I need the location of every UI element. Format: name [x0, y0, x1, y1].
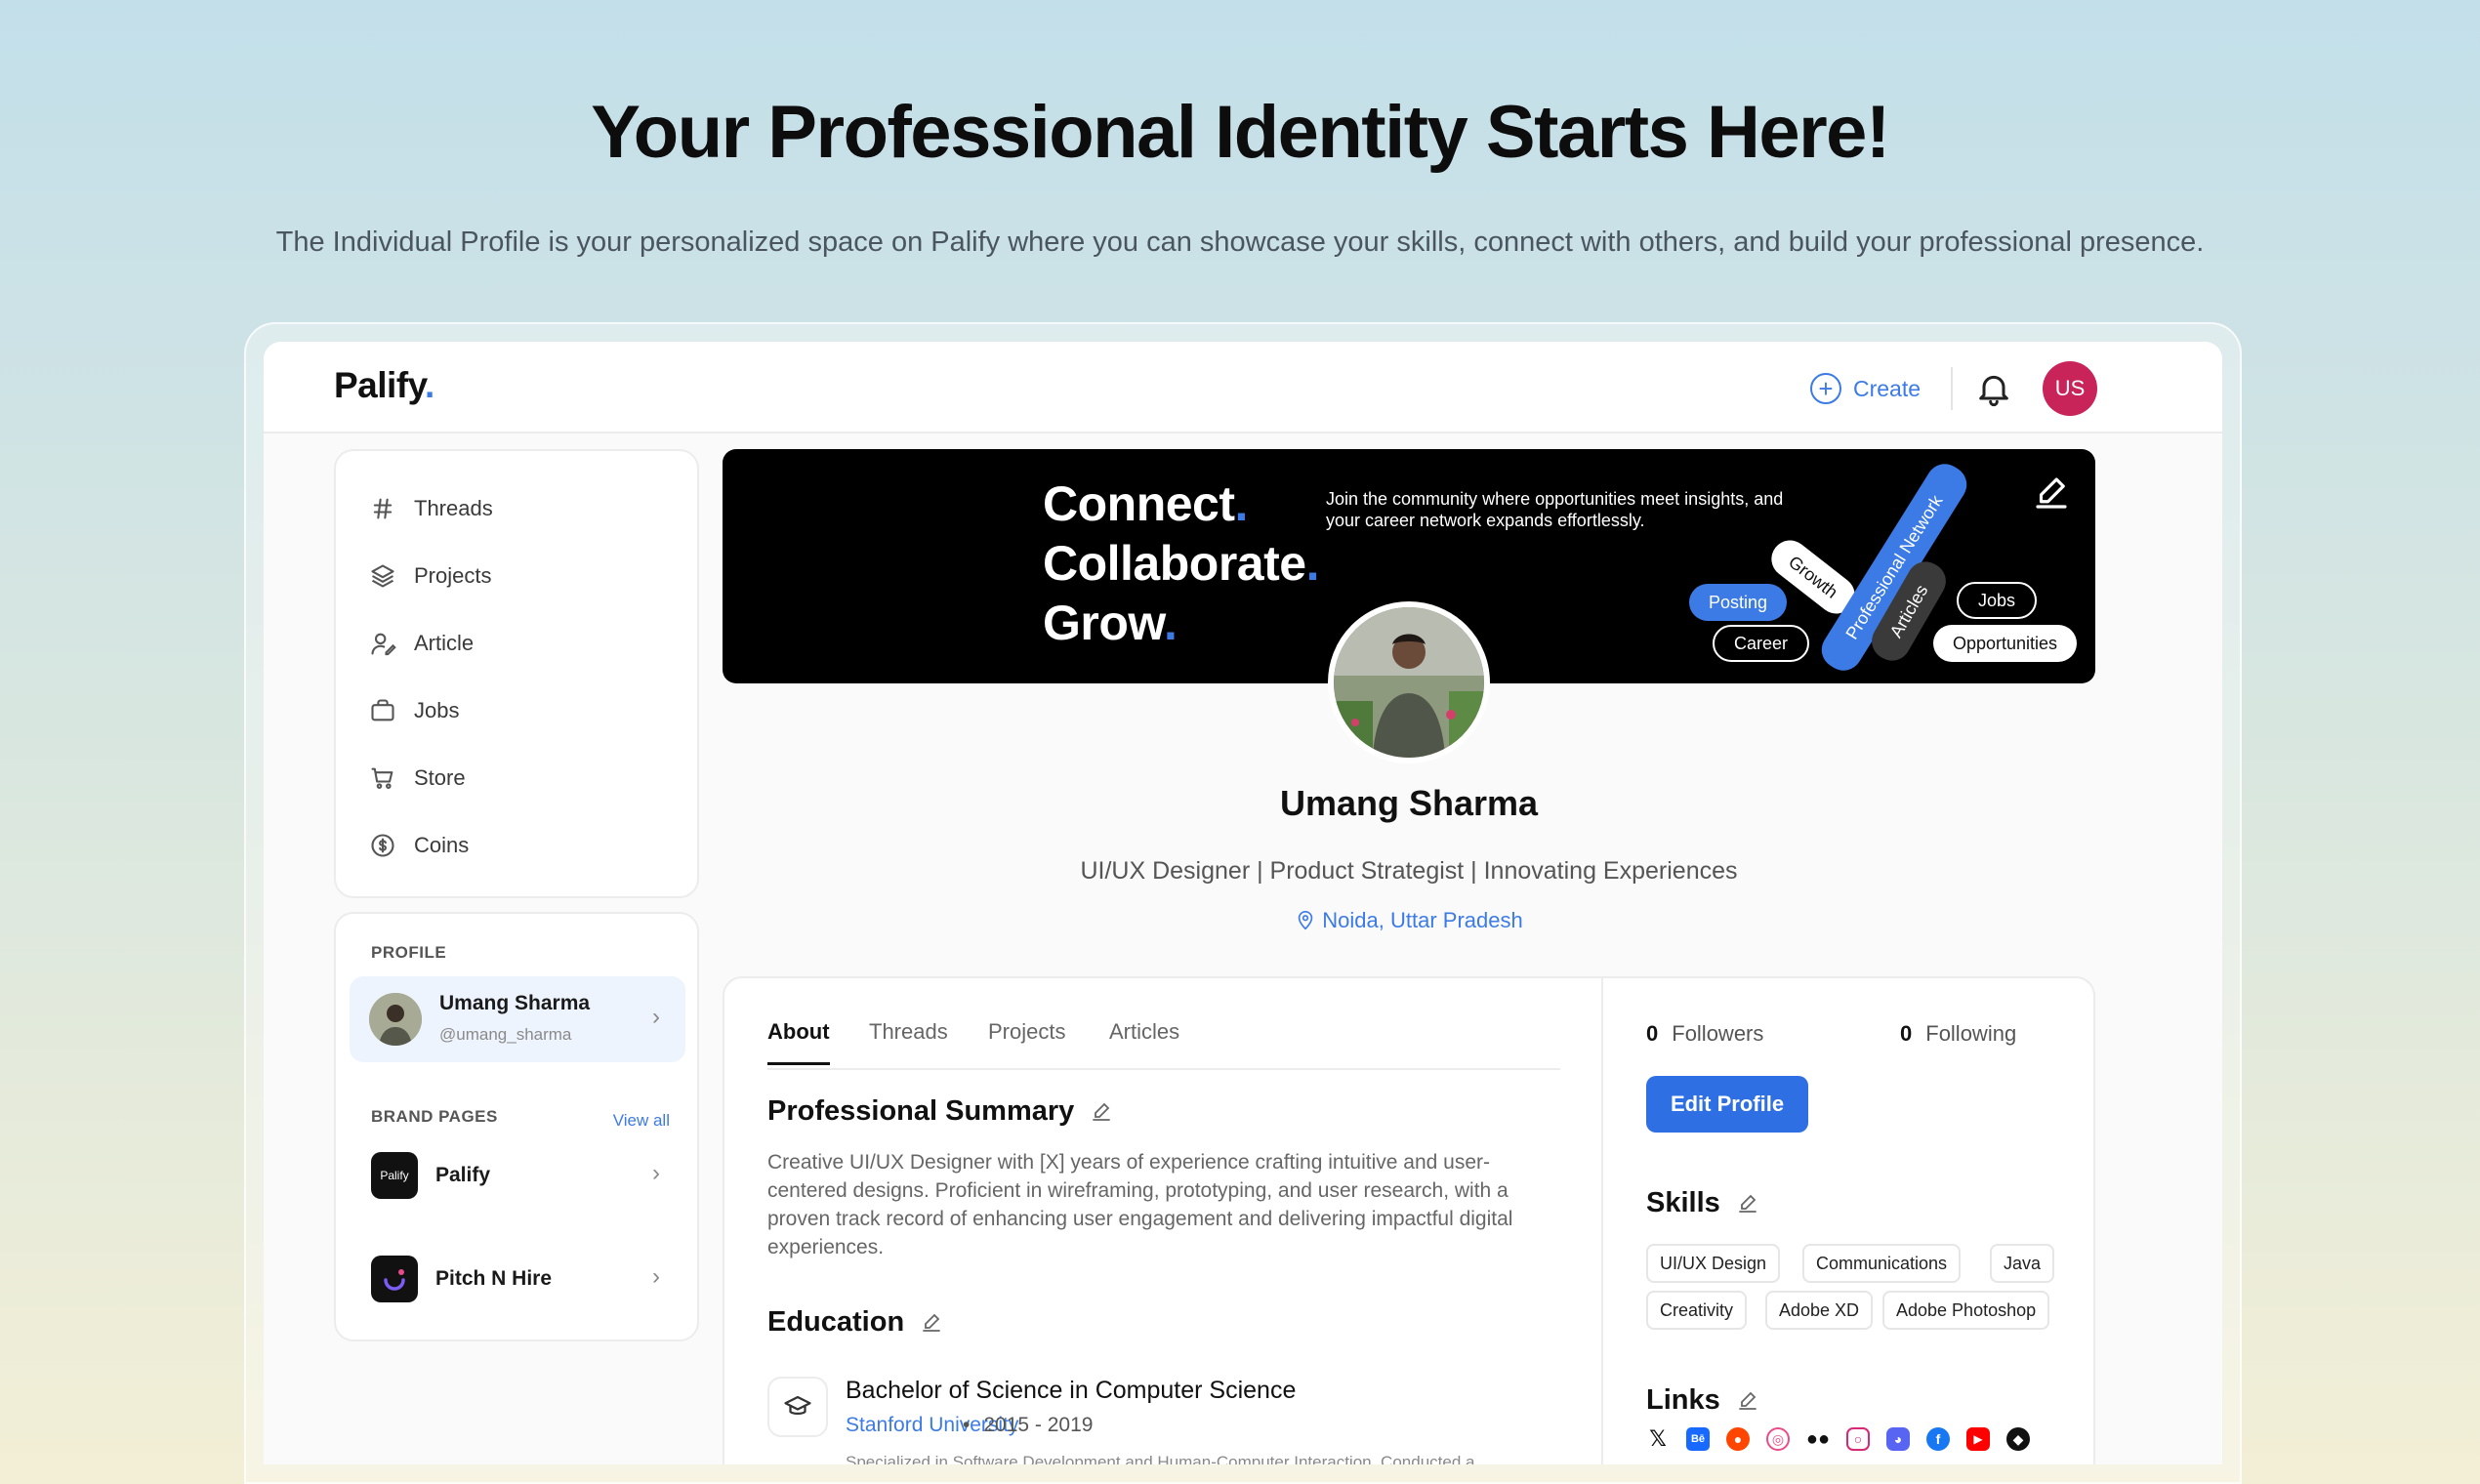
profile-switch-row[interactable]: Umang Sharma @umang_sharma › — [350, 976, 685, 1062]
chevron-right-icon: › — [652, 1160, 660, 1186]
facebook-icon[interactable]: f — [1926, 1427, 1950, 1451]
avatar — [369, 993, 422, 1046]
tab-projects[interactable]: Projects — [988, 1019, 1065, 1045]
bell-icon[interactable] — [1974, 369, 2013, 408]
chevron-right-icon: › — [652, 1263, 660, 1290]
user-avatar[interactable]: US — [2043, 361, 2097, 416]
sidebar-item-jobs[interactable]: Jobs — [336, 677, 697, 744]
sidebar-item-label: Threads — [414, 495, 493, 520]
sidebar-item-threads[interactable]: Threads — [336, 474, 697, 542]
skill-chip: Creativity — [1646, 1291, 1748, 1330]
sidebar-item-article[interactable]: Article — [336, 609, 697, 677]
discord-icon[interactable]: ◕ — [1886, 1427, 1910, 1451]
brand-pages-label: BRAND PAGES — [371, 1107, 498, 1126]
brand-row-palify[interactable]: Palify Palify › — [350, 1134, 685, 1216]
edit-pencil-icon[interactable] — [1090, 1100, 1113, 1124]
tab-threads[interactable]: Threads — [869, 1019, 948, 1045]
brand-row-pitch-n-hire[interactable]: Pitch N Hire › — [350, 1238, 685, 1320]
hero-title: Your Professional Identity Starts Here! — [591, 91, 1890, 174]
tab-articles[interactable]: Articles — [1109, 1019, 1179, 1045]
chevron-right-icon: › — [652, 1004, 660, 1030]
skill-chip: Adobe XD — [1765, 1291, 1874, 1330]
brand-name: Palify — [435, 1164, 491, 1186]
profile-section-label: PROFILE — [371, 943, 447, 962]
location-pin-icon — [1299, 911, 1313, 930]
banner-slogan: Connect. Collaborate. Grow. — [1043, 476, 1319, 650]
coin-icon — [371, 833, 394, 857]
profile-location[interactable]: Noida, Uttar Pradesh — [723, 908, 2095, 933]
cart-icon — [371, 767, 393, 789]
create-button[interactable]: + Create — [1810, 371, 1921, 406]
sidebar-item-label: Coins — [414, 832, 470, 857]
sidebar-item-label: Article — [414, 630, 475, 655]
social-links: 𝕏 Bē ● ◎ ●● ○ ◕ f ▶ ◆ — [1646, 1426, 2030, 1451]
brand-name: Pitch N Hire — [435, 1267, 553, 1290]
edit-pencil-icon[interactable] — [1736, 1389, 1759, 1413]
summary-heading: Professional Summary — [767, 1095, 1113, 1128]
sidebar-item-label: Projects — [414, 562, 492, 588]
view-all-link[interactable]: View all — [613, 1111, 670, 1131]
profile-tabs: About Threads Projects Articles — [767, 1015, 1560, 1070]
pill-opportunities: Opportunities — [1933, 625, 2078, 662]
sidebar-nav: Threads Projects Article Jobs Store Coin… — [334, 449, 699, 898]
sidebar-item-label: Store — [414, 764, 466, 790]
profile-headline: UI/UX Designer | Product Strategist | In… — [1080, 857, 1738, 885]
sidebar-item-coins[interactable]: Coins — [336, 811, 697, 879]
profile-panel: PROFILE Umang Sharma @umang_sharma › BRA… — [334, 912, 699, 1341]
reddit-icon[interactable]: ● — [1726, 1427, 1750, 1451]
edit-pencil-icon[interactable] — [1736, 1192, 1759, 1216]
skill-chip: Communications — [1802, 1244, 1962, 1283]
graduation-cap-icon — [767, 1377, 828, 1437]
hero-subtitle: The Individual Profile is your personali… — [275, 227, 2205, 258]
education-description: Specialized in Software Development and … — [846, 1453, 1475, 1464]
top-bar: Palify. + Create US — [264, 342, 2222, 433]
github-icon[interactable]: ◆ — [2006, 1427, 2030, 1451]
palify-logo[interactable]: Palify. — [334, 365, 434, 406]
sidebar-item-store[interactable]: Store — [336, 744, 697, 811]
profile-handle: @umang_sharma — [439, 1025, 572, 1044]
edit-profile-button[interactable]: Edit Profile — [1646, 1076, 1808, 1133]
dribbble-icon[interactable]: ◎ — [1766, 1427, 1790, 1451]
pill-jobs: Jobs — [1957, 582, 2038, 619]
profile-name: Umang Sharma — [439, 992, 591, 1014]
pill-career: Career — [1713, 625, 1810, 662]
behance-icon[interactable]: Bē — [1686, 1427, 1710, 1451]
skill-chip: Java — [1990, 1244, 2055, 1283]
education-years: • 2015 - 2019 — [963, 1414, 1094, 1436]
profile-name-heading: Umang Sharma — [1279, 783, 1539, 823]
create-label: Create — [1853, 375, 1922, 401]
edit-pencil-icon[interactable] — [920, 1311, 943, 1335]
youtube-icon[interactable]: ▶ — [1966, 1427, 1990, 1451]
sidebar-item-projects[interactable]: Projects — [336, 542, 697, 609]
layers-icon — [371, 563, 394, 588]
links-heading: Links — [1646, 1384, 1759, 1417]
skill-chip: Adobe Photoshop — [1882, 1291, 2050, 1330]
followers-stat[interactable]: 0 Followers — [1646, 1021, 1763, 1047]
skills-heading: Skills — [1646, 1187, 1759, 1219]
instagram-icon[interactable]: ○ — [1846, 1427, 1870, 1451]
column-divider — [1601, 978, 1603, 1464]
palify-brand-logo: Palify — [371, 1152, 418, 1199]
profile-photo[interactable] — [1328, 601, 1490, 763]
banner-copy: Join the community where opportunities m… — [1326, 489, 1784, 530]
pitch-n-hire-logo — [371, 1256, 418, 1302]
edit-banner-icon[interactable] — [2031, 473, 2072, 514]
medium-icon[interactable]: ●● — [1806, 1427, 1830, 1451]
bag-icon — [371, 698, 394, 721]
sidebar-item-label: Jobs — [414, 697, 460, 722]
profile-content-card: About Threads Projects Articles Professi… — [723, 976, 2095, 1464]
education-heading: Education — [767, 1306, 943, 1339]
summary-text: Creative UI/UX Designer with [X] years o… — [767, 1151, 1513, 1258]
app-window: Palify. + Create US Threads Projects Art… — [264, 342, 2222, 1464]
x-icon[interactable]: 𝕏 — [1646, 1426, 1670, 1451]
degree-title: Bachelor of Science in Computer Science — [846, 1377, 1297, 1404]
hash-icon — [373, 498, 393, 518]
pill-posting: Posting — [1689, 584, 1788, 621]
skill-chip: UI/UX Design — [1646, 1244, 1781, 1283]
tab-about[interactable]: About — [767, 1019, 830, 1065]
following-stat[interactable]: 0 Following — [1900, 1021, 2016, 1047]
divider — [1951, 367, 1953, 410]
user-pen-icon — [371, 633, 396, 655]
plus-circle-icon: + — [1810, 373, 1841, 404]
